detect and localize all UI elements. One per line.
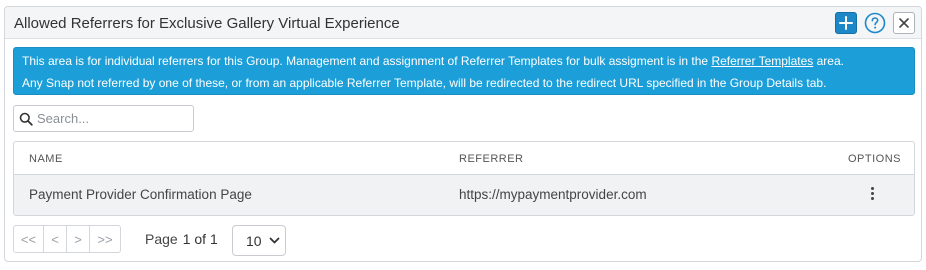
page-indicator: Page 1 of 1 xyxy=(145,231,218,247)
last-page-button[interactable]: >> xyxy=(89,225,121,253)
referrer-templates-link[interactable]: Referrer Templates xyxy=(711,54,813,68)
next-page-button[interactable]: > xyxy=(66,225,90,253)
search-box xyxy=(13,105,194,132)
info-line-1-prefix: This area is for individual referrers fo… xyxy=(22,54,709,68)
info-line-1-suffix: area. xyxy=(816,54,844,68)
previous-page-button[interactable]: < xyxy=(43,225,67,253)
question-circle-icon xyxy=(864,12,886,34)
first-page-button[interactable]: << xyxy=(13,225,44,253)
help-button[interactable] xyxy=(864,12,886,34)
close-icon xyxy=(899,18,909,28)
add-referrer-button[interactable] xyxy=(835,12,857,34)
search-icon xyxy=(19,112,33,126)
info-line-2: Any Snap not referred by one of these, o… xyxy=(22,76,827,90)
referrers-panel: Allowed Referrers for Exclusive Gallery … xyxy=(4,6,922,262)
chevron-down-icon xyxy=(269,237,280,244)
table-header: NAME REFERRER OPTIONS xyxy=(14,142,914,175)
row-name-cell: Payment Provider Confirmation Page xyxy=(29,187,252,202)
panel-header: Allowed Referrers for Exclusive Gallery … xyxy=(5,7,921,39)
page-label: Page xyxy=(145,231,178,247)
info-line-1: This area is for individual referrers fo… xyxy=(22,50,914,72)
more-vertical-icon[interactable] xyxy=(867,187,877,205)
search-input[interactable] xyxy=(37,109,189,128)
column-header-referrer[interactable]: REFERRER xyxy=(459,153,524,165)
referrers-table: NAME REFERRER OPTIONS Payment Provider C… xyxy=(13,141,915,216)
table-row[interactable]: Payment Provider Confirmation Page https… xyxy=(14,175,914,215)
plus-icon xyxy=(839,16,853,30)
column-header-options: OPTIONS xyxy=(847,153,901,165)
panel-title: Allowed Referrers for Exclusive Gallery … xyxy=(14,15,400,32)
close-button[interactable] xyxy=(893,12,915,34)
info-alert: This area is for individual referrers fo… xyxy=(13,47,915,95)
page-size-select[interactable]: 10 xyxy=(232,225,286,256)
page-size-value: 10 xyxy=(246,233,262,249)
page-count: 1 of 1 xyxy=(182,231,218,247)
row-referrer-cell: https://mypaymentprovider.com xyxy=(459,187,647,202)
column-header-name[interactable]: NAME xyxy=(29,153,63,165)
